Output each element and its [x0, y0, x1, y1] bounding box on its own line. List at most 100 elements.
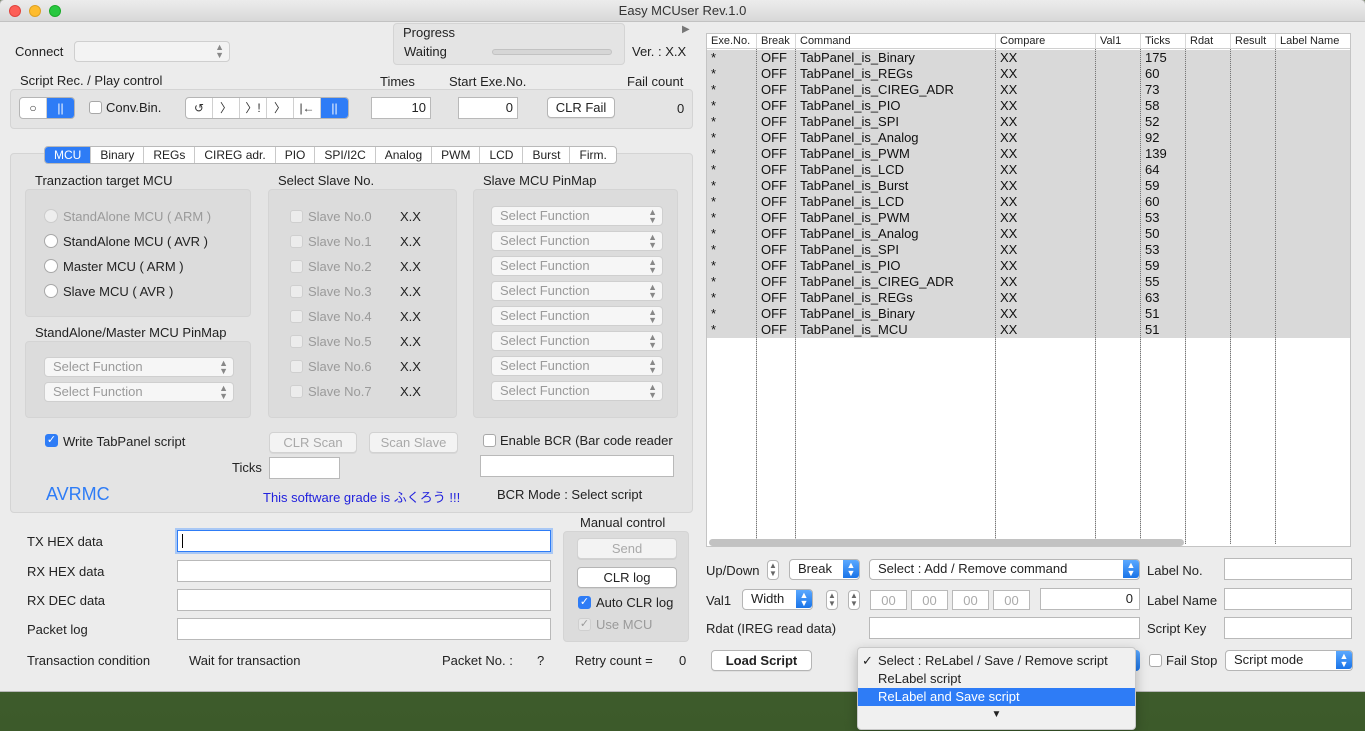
- tab-binary[interactable]: Binary: [91, 147, 145, 163]
- ticks-input[interactable]: [269, 457, 340, 479]
- relabel-dropdown-menu[interactable]: ✓ Select : ReLabel / Save / Remove script…: [857, 647, 1136, 730]
- column-header[interactable]: Exe.No.: [707, 34, 757, 49]
- label-name-input[interactable]: [1224, 588, 1352, 610]
- scroll-down-icon[interactable]: ▼: [858, 706, 1135, 724]
- rdat-input[interactable]: [869, 617, 1140, 639]
- tab-mcu[interactable]: MCU: [45, 147, 92, 163]
- table-row[interactable]: * OFF TabPanel_is_SPI XX 53: [707, 242, 1350, 258]
- tab-regs[interactable]: REGs: [144, 147, 196, 163]
- hex-box-2[interactable]: 00: [911, 590, 948, 610]
- script-mode-select[interactable]: Script mode ▲ ▼: [1225, 650, 1353, 671]
- table-row[interactable]: * OFF TabPanel_is_PWM XX 139: [707, 146, 1350, 162]
- start-exe-input[interactable]: 0: [458, 97, 518, 119]
- table-row[interactable]: * OFF TabPanel_is_PIO XX 59: [707, 258, 1350, 274]
- table-row[interactable]: * OFF TabPanel_is_REGs XX 63: [707, 290, 1350, 306]
- slave-checkbox[interactable]: [290, 210, 303, 223]
- zoom-window-icon[interactable]: [49, 5, 61, 17]
- tab-pwm[interactable]: PWM: [432, 147, 481, 163]
- column-header[interactable]: Ticks: [1141, 34, 1186, 49]
- table-row[interactable]: * OFF TabPanel_is_Binary XX 175: [707, 50, 1350, 66]
- play-arrow-icon[interactable]: ▶: [682, 24, 690, 35]
- fail-stop-checkbox[interactable]: [1149, 654, 1162, 667]
- width-select[interactable]: Width ▲ ▼: [742, 589, 813, 610]
- play-icon[interactable]: 〉: [267, 98, 294, 118]
- clr-scan-button[interactable]: CLR Scan: [269, 432, 357, 453]
- rewind-icon[interactable]: |←: [294, 98, 321, 118]
- close-window-icon[interactable]: [9, 5, 21, 17]
- write-tabpanel-checkbox[interactable]: ✓: [45, 434, 58, 447]
- pause-play-icon[interactable]: ||: [321, 98, 348, 118]
- table-row[interactable]: * OFF TabPanel_is_CIREG_ADR XX 73: [707, 82, 1350, 98]
- column-header[interactable]: Rdat: [1186, 34, 1231, 49]
- table-row[interactable]: * OFF TabPanel_is_Analog XX 92: [707, 130, 1350, 146]
- slave-pinmap-select[interactable]: Select Function ▲ ▼: [491, 256, 663, 276]
- pause-rec-button[interactable]: ||: [47, 98, 74, 118]
- tab-analog[interactable]: Analog: [376, 147, 433, 163]
- column-header[interactable]: Val1: [1096, 34, 1141, 49]
- tab-burst[interactable]: Burst: [523, 147, 571, 163]
- rx-dec-input[interactable]: [177, 589, 551, 611]
- column-header[interactable]: Compare: [996, 34, 1096, 49]
- val-input[interactable]: 0: [1040, 588, 1140, 610]
- radio-master-arm[interactable]: [44, 259, 58, 273]
- slave-pinmap-select[interactable]: Select Function ▲ ▼: [491, 206, 663, 226]
- loop-icon[interactable]: ↺: [186, 98, 213, 118]
- table-row[interactable]: * OFF TabPanel_is_PWM XX 53: [707, 210, 1350, 226]
- table-row[interactable]: * OFF TabPanel_is_CIREG_ADR XX 55: [707, 274, 1350, 290]
- auto-clr-checkbox[interactable]: ✓: [578, 596, 591, 609]
- menu-item-relabel-save[interactable]: ReLabel and Save script: [858, 688, 1135, 706]
- updown-stepper[interactable]: ▲ ▼: [767, 560, 779, 580]
- radio-slave-avr[interactable]: [44, 284, 58, 298]
- slave-checkbox[interactable]: [290, 260, 303, 273]
- play-control[interactable]: ↺ 〉 〉! 〉 |← ||: [185, 97, 349, 119]
- master-pinmap-select-1[interactable]: Select Function ▲ ▼: [44, 357, 234, 377]
- table-row[interactable]: * OFF TabPanel_is_REGs XX 60: [707, 66, 1350, 82]
- conv-bin-checkbox[interactable]: [89, 101, 102, 114]
- slave-checkbox[interactable]: [290, 285, 303, 298]
- column-header[interactable]: Break: [757, 34, 796, 49]
- use-mcu-checkbox[interactable]: ✓: [578, 618, 591, 631]
- val-stepper-2[interactable]: ▲ ▼: [848, 590, 860, 610]
- slave-checkbox[interactable]: [290, 385, 303, 398]
- packet-log-input[interactable]: [177, 618, 551, 640]
- column-header[interactable]: Label Name: [1276, 34, 1350, 49]
- slave-checkbox[interactable]: [290, 360, 303, 373]
- tab-firm[interactable]: Firm.: [570, 147, 615, 163]
- menu-item-relabel[interactable]: ReLabel script: [858, 670, 1135, 688]
- slave-pinmap-select[interactable]: Select Function ▲ ▼: [491, 231, 663, 251]
- enable-bcr-checkbox[interactable]: [483, 434, 496, 447]
- clr-fail-button[interactable]: CLR Fail: [547, 97, 615, 118]
- script-table[interactable]: Exe.No. Break Command Compare Val1 Ticks Rdat R…: [706, 33, 1351, 547]
- hex-box-4[interactable]: 00: [993, 590, 1030, 610]
- times-input[interactable]: 10: [371, 97, 431, 119]
- break-select[interactable]: Break ▲ ▼: [789, 559, 860, 580]
- send-button[interactable]: Send: [577, 538, 677, 559]
- master-pinmap-select-2[interactable]: Select Function ▲ ▼: [44, 382, 234, 402]
- table-row[interactable]: * OFF TabPanel_is_Analog XX 50: [707, 226, 1350, 242]
- horizontal-scrollbar[interactable]: [709, 539, 1184, 546]
- script-key-input[interactable]: [1224, 617, 1352, 639]
- slave-checkbox[interactable]: [290, 310, 303, 323]
- label-no-input[interactable]: [1224, 558, 1352, 580]
- command-select[interactable]: Select : Add / Remove command ▲ ▼: [869, 559, 1140, 580]
- slave-pinmap-select[interactable]: Select Function ▲ ▼: [491, 381, 663, 401]
- tab-pio[interactable]: PIO: [276, 147, 316, 163]
- tab-lcd[interactable]: LCD: [480, 147, 524, 163]
- load-script-button[interactable]: Load Script: [711, 650, 812, 671]
- table-row[interactable]: * OFF TabPanel_is_LCD XX 64: [707, 162, 1350, 178]
- slave-pinmap-select[interactable]: Select Function ▲ ▼: [491, 281, 663, 301]
- tab-bar[interactable]: MCU Binary REGs CIREG adr. PIO SPI/I2C A…: [44, 146, 617, 164]
- column-header[interactable]: Result: [1231, 34, 1276, 49]
- connect-select[interactable]: ▲ ▼: [74, 41, 230, 62]
- clr-log-button[interactable]: CLR log: [577, 567, 677, 588]
- step-forward-icon[interactable]: 〉: [213, 98, 240, 118]
- table-row[interactable]: * OFF TabPanel_is_PIO XX 58: [707, 98, 1350, 114]
- column-header[interactable]: Command: [796, 34, 996, 49]
- rx-hex-input[interactable]: [177, 560, 551, 582]
- table-row[interactable]: * OFF TabPanel_is_MCU XX 51: [707, 322, 1350, 338]
- radio-standalone-arm[interactable]: [44, 209, 58, 223]
- slave-checkbox[interactable]: [290, 235, 303, 248]
- slave-pinmap-select[interactable]: Select Function ▲ ▼: [491, 331, 663, 351]
- table-row[interactable]: * OFF TabPanel_is_Burst XX 59: [707, 178, 1350, 194]
- bcr-input[interactable]: [480, 455, 674, 477]
